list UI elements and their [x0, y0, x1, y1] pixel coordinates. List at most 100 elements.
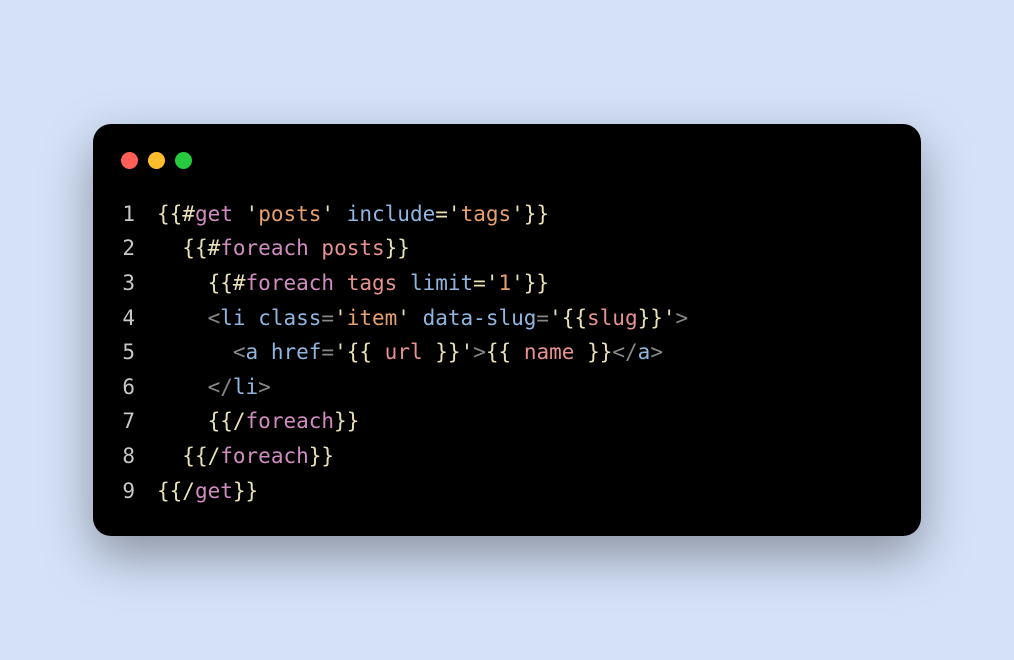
code-line: 7 {{/foreach}}	[117, 404, 897, 439]
token: }}	[385, 236, 410, 260]
token	[410, 306, 423, 330]
token: li	[220, 306, 245, 330]
window-titlebar	[117, 152, 897, 169]
token: >	[650, 340, 663, 364]
token: 1	[498, 271, 511, 295]
token: }}	[233, 479, 258, 503]
token	[574, 340, 587, 364]
token: slug	[587, 306, 638, 330]
minimize-icon[interactable]	[148, 152, 165, 169]
line-content: {{/foreach}}	[157, 404, 897, 439]
token: /	[208, 444, 221, 468]
token: >	[676, 306, 689, 330]
code-line: 1{{#get 'posts' include='tags'}}	[117, 197, 897, 232]
token: get	[195, 202, 233, 226]
token: '	[663, 306, 676, 330]
token: </	[208, 375, 233, 399]
token: get	[195, 479, 233, 503]
token: =	[536, 306, 549, 330]
token: }}	[524, 271, 549, 295]
token: }}	[309, 444, 334, 468]
token: '	[448, 202, 461, 226]
token: =	[321, 340, 334, 364]
code-line: 3 {{#foreach tags limit='1'}}	[117, 266, 897, 301]
token: '	[397, 306, 410, 330]
token: '	[549, 306, 562, 330]
token: data-slug	[423, 306, 537, 330]
line-content: {{#foreach posts}}	[157, 231, 897, 266]
token: posts	[258, 202, 321, 226]
line-number: 4	[117, 301, 157, 336]
token: '	[486, 271, 499, 295]
code-line: 8 {{/foreach}}	[117, 439, 897, 474]
token: }}	[524, 202, 549, 226]
token: }}	[587, 340, 612, 364]
maximize-icon[interactable]	[175, 152, 192, 169]
token: /	[182, 479, 195, 503]
token	[309, 236, 322, 260]
line-content: {{#foreach tags limit='1'}}	[157, 266, 897, 301]
line-number: 5	[117, 335, 157, 370]
line-content: {{/get}}	[157, 474, 897, 509]
token	[397, 271, 410, 295]
line-number: 9	[117, 474, 157, 509]
token	[334, 271, 347, 295]
code-block: 1{{#get 'posts' include='tags'}}2 {{#for…	[117, 197, 897, 509]
line-number: 3	[117, 266, 157, 301]
token: item	[347, 306, 398, 330]
token	[258, 340, 271, 364]
token: {{	[486, 340, 511, 364]
token: #	[182, 202, 195, 226]
token: <	[208, 306, 221, 330]
line-number: 8	[117, 439, 157, 474]
close-icon[interactable]	[121, 152, 138, 169]
token: name	[524, 340, 575, 364]
code-line: 6 </li>	[117, 370, 897, 405]
token	[334, 202, 347, 226]
token: '	[334, 306, 347, 330]
token	[233, 202, 246, 226]
line-number: 7	[117, 404, 157, 439]
token: >	[258, 375, 271, 399]
code-window: 1{{#get 'posts' include='tags'}}2 {{#for…	[93, 124, 921, 537]
token: {{	[182, 236, 207, 260]
token: =	[473, 271, 486, 295]
token: }}	[435, 340, 460, 364]
token: li	[233, 375, 258, 399]
token: href	[271, 340, 322, 364]
line-content: <li class='item' data-slug='{{slug}}'>	[157, 301, 897, 336]
token: '	[511, 202, 524, 226]
token: >	[473, 340, 486, 364]
token: #	[208, 236, 221, 260]
code-line: 4 <li class='item' data-slug='{{slug}}'>	[117, 301, 897, 336]
token: /	[233, 409, 246, 433]
token: }}	[334, 409, 359, 433]
token: '	[511, 271, 524, 295]
token	[372, 340, 385, 364]
token: include	[347, 202, 436, 226]
token: a	[638, 340, 651, 364]
token: <	[233, 340, 246, 364]
line-number: 1	[117, 197, 157, 232]
line-number: 2	[117, 231, 157, 266]
token	[246, 306, 259, 330]
token: </	[612, 340, 637, 364]
token: '	[334, 340, 347, 364]
token: tags	[347, 271, 398, 295]
token: '	[321, 202, 334, 226]
line-number: 6	[117, 370, 157, 405]
line-content: </li>	[157, 370, 897, 405]
token: {{	[157, 479, 182, 503]
token: foreach	[246, 409, 335, 433]
code-line: 9{{/get}}	[117, 474, 897, 509]
token: {{	[208, 271, 233, 295]
code-line: 5 <a href='{{ url }}'>{{ name }}</a>	[117, 335, 897, 370]
token: {{	[157, 202, 182, 226]
token: foreach	[220, 236, 309, 260]
line-content: <a href='{{ url }}'>{{ name }}</a>	[157, 335, 897, 370]
token: tags	[461, 202, 512, 226]
token: {{	[182, 444, 207, 468]
line-content: {{/foreach}}	[157, 439, 897, 474]
token: }}	[638, 306, 663, 330]
line-content: {{#get 'posts' include='tags'}}	[157, 197, 897, 232]
